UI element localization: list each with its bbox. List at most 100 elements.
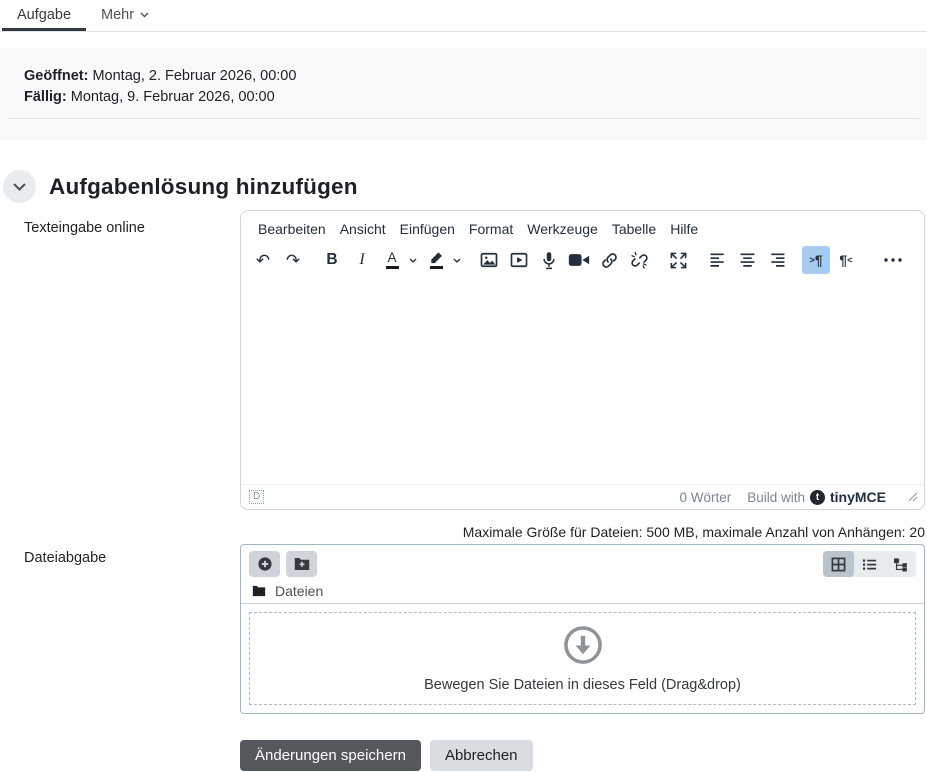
tree-view-icon [893,557,908,572]
tab-aufgabe-label: Aufgabe [17,7,71,23]
resize-handle-icon[interactable] [908,492,918,502]
save-button[interactable]: Änderungen speichern [240,740,421,771]
chevron-down-icon [140,12,149,18]
cancel-button[interactable]: Abbrechen [430,740,533,771]
italic-icon: I [359,251,364,269]
ltr-icon: >¶ [809,252,822,268]
opened-label: Geöffnet: [24,68,88,84]
section-header: Aufgabenlösung hinzufügen [0,170,927,203]
tinymce-editor: Bearbeiten Ansicht Einfügen Format Werkz… [240,210,925,510]
due-value: Montag, 9. Februar 2026, 00:00 [71,89,275,105]
list-view-button[interactable] [854,551,885,577]
ellipsis-icon [884,258,902,262]
microphone-icon [540,250,558,271]
file-dropzone[interactable]: Bewegen Sie Dateien in dieses Feld (Drag… [249,612,916,705]
record-video-button[interactable] [565,246,593,274]
tab-mehr-label: Mehr [101,7,134,23]
editor-content-area[interactable] [241,279,924,484]
icon-view-button[interactable] [823,551,854,577]
tab-aufgabe[interactable]: Aufgabe [2,1,86,31]
remove-link-button[interactable] [625,246,653,274]
collapse-section-button[interactable] [3,170,36,203]
menu-format[interactable]: Format [462,217,520,241]
download-arrow-icon [562,624,604,666]
insert-image-button[interactable] [475,246,503,274]
due-date-line: Fällig: Montag, 9. Februar 2026, 00:00 [0,87,927,108]
rtl-icon: ¶< [839,252,852,268]
breadcrumb: Dateien [241,581,924,604]
file-submission-row: Dateiabgabe Maximale Größe für Dateien: … [0,522,927,714]
file-manager-toolbar [241,545,924,581]
menu-tabelle[interactable]: Tabelle [605,217,663,241]
menu-werkzeuge[interactable]: Werkzeuge [520,217,605,241]
activity-dates-box: Geöffnet: Montag, 2. Februar 2026, 00:00… [0,48,927,140]
folder-icon [252,585,266,597]
dropzone-text: Bewegen Sie Dateien in dieses Feld (Drag… [424,677,741,693]
tree-view-button[interactable] [885,551,916,577]
bold-button[interactable]: B [318,246,346,274]
text-color-button[interactable]: A [378,246,420,274]
menu-ansicht[interactable]: Ansicht [333,217,393,241]
word-count: 0 Wörter [679,490,731,505]
align-right-button[interactable] [763,246,791,274]
form-actions: Änderungen speichern Abbrechen [240,740,927,771]
file-submission-label: Dateiabgabe [0,522,240,566]
more-toolbar-button[interactable] [879,246,907,274]
file-manager: Dateien Bewegen Sie Dateien in dieses Fe… [240,544,925,714]
ltr-direction-button[interactable]: >¶ [802,246,830,274]
align-center-button[interactable] [733,246,761,274]
rtl-direction-button[interactable]: ¶< [832,246,860,274]
link-icon [600,251,619,270]
background-color-button[interactable] [422,246,464,274]
italic-button[interactable]: I [348,246,376,274]
opened-date-line: Geöffnet: Montag, 2. Februar 2026, 00:00 [0,66,927,87]
tinymce-logo-icon: t [810,490,825,505]
menu-einfuegen[interactable]: Einfügen [393,217,462,241]
menu-bearbeiten[interactable]: Bearbeiten [251,217,333,241]
view-toggle-group [823,551,916,577]
record-audio-button[interactable] [535,246,563,274]
align-left-button[interactable] [703,246,731,274]
build-with-label: Build with [747,490,805,505]
opened-value: Montag, 2. Februar 2026, 00:00 [92,68,296,84]
online-text-label: Texteingabe online [0,210,240,236]
insert-media-button[interactable] [505,246,533,274]
add-file-icon [257,556,273,572]
fullscreen-icon [669,251,688,270]
video-camera-icon [568,252,590,268]
redo-button[interactable]: ↷ [279,246,307,274]
image-icon [479,250,499,270]
undo-icon: ↶ [256,252,270,269]
redo-icon: ↷ [286,252,300,269]
highlighter-pen-icon [429,251,443,269]
text-color-icon: A [386,251,399,269]
list-view-icon [862,557,877,572]
tinymce-brand: tinyMCE [830,489,886,505]
media-icon [509,250,529,270]
infobox-divider [8,118,919,119]
editor-statusbar: D 0 Wörter Build with t tinyMCE [241,484,924,509]
bold-icon: B [326,251,337,269]
create-folder-button[interactable] [286,551,317,577]
file-limits-text: Maximale Größe für Dateien: 500 MB, maxi… [240,522,925,542]
align-right-icon [768,252,787,269]
page-title: Aufgabenlösung hinzufügen [49,174,358,200]
grid-view-icon [831,557,846,572]
folder-plus-icon [294,557,310,571]
chevron-down-icon[interactable] [406,246,420,274]
online-text-row: Texteingabe online Bearbeiten Ansicht Ei… [0,210,927,510]
fullscreen-button[interactable] [664,246,692,274]
element-path[interactable]: D [249,490,264,504]
menu-hilfe[interactable]: Hilfe [663,217,705,241]
undo-button[interactable]: ↶ [249,246,277,274]
tab-mehr[interactable]: Mehr [86,1,164,31]
align-left-icon [708,252,727,269]
breadcrumb-root[interactable]: Dateien [275,583,323,599]
branding: Build with t tinyMCE [747,489,886,505]
add-file-button[interactable] [249,551,280,577]
chevron-down-icon[interactable] [450,246,464,274]
insert-link-button[interactable] [595,246,623,274]
editor-menubar: Bearbeiten Ansicht Einfügen Format Werkz… [241,211,924,243]
editor-toolbar: ↶ ↷ B I A [241,243,924,279]
due-label: Fällig: [24,89,67,105]
